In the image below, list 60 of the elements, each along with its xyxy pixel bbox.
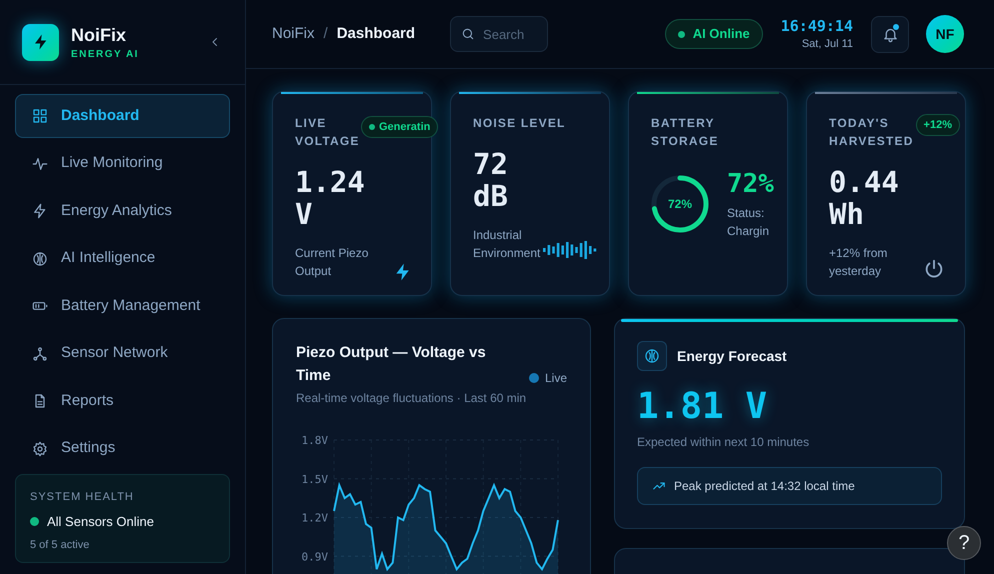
search-icon (461, 27, 476, 41)
ai-status-badge: AI Online (664, 19, 763, 49)
clock-time: 16:49:14 (780, 16, 853, 36)
grid-icon (32, 108, 48, 124)
brand-subtitle: ENERGY AI (71, 48, 140, 62)
card-title: NOISE LEVEL (473, 116, 566, 130)
breadcrumb-item[interactable]: NoiFix (272, 22, 315, 46)
user-avatar[interactable]: NF (926, 15, 964, 53)
power-icon (923, 258, 945, 280)
breadcrumb-separator: / (324, 24, 328, 44)
battery-status: Status: Chargin (727, 205, 770, 240)
nav-item[interactable]: Live Monitoring (15, 142, 230, 186)
ring-label: 72% (666, 196, 694, 213)
card-value: 72 dB (473, 148, 509, 212)
help-button[interactable]: ? (947, 526, 981, 560)
gear-icon (32, 440, 48, 456)
logo-icon (22, 24, 59, 60)
status-detail: 5 of 5 active (30, 538, 90, 553)
status-badge: Generatin (361, 116, 438, 138)
axis-tick-label: 1.8V (302, 434, 328, 447)
nav-item[interactable]: Sensor Network (15, 332, 230, 376)
legend-label: Live (544, 370, 567, 387)
callout-text: Peak predicted at 14:32 local time (674, 478, 855, 495)
panel-title: SYSTEM HEALTH (30, 490, 135, 505)
brand-name: NoiFix (71, 24, 128, 46)
chart-title: Piezo Output — Voltage vs Time (296, 343, 487, 386)
battery-percent: 72% (727, 168, 775, 200)
card-title: BATTERY STORAGE (651, 116, 719, 148)
notifications-button[interactable] (871, 16, 909, 52)
card-note: +12% from yesterday (829, 245, 888, 280)
card-value: 0.44 Wh (829, 166, 900, 230)
nav-item[interactable]: Dashboard (15, 94, 230, 138)
card-title: TODAY'S HARVESTED (829, 116, 914, 148)
axis-tick-label: 1.2V (302, 512, 328, 524)
nav-item[interactable]: Reports (15, 379, 230, 423)
forecast-value: 1.81 V (637, 385, 768, 429)
activity-icon (32, 156, 48, 172)
status-text: All Sensors Online (47, 512, 154, 530)
axis-tick-label: 1.5V (302, 472, 328, 486)
nav-item[interactable]: Energy Analytics (15, 189, 230, 233)
axis-tick-label: 0.9V (302, 550, 328, 564)
nav-item[interactable]: AI Intelligence (15, 236, 230, 280)
clock-date: Sat, Jul 11 (802, 36, 853, 52)
card-title: LIVE VOLTAGE (295, 116, 360, 148)
card-note: Current Piezo Output (295, 245, 370, 280)
chart-subtitle: Real-time voltage fluctuations · Last 60 min (296, 390, 528, 407)
nav-item[interactable]: Battery Management (15, 284, 230, 328)
lightning-icon (32, 203, 48, 219)
card-note: Industrial Environment (473, 227, 542, 262)
network-icon (32, 346, 48, 362)
forecast-title: Energy Forecast (677, 346, 787, 366)
brain-icon (637, 341, 667, 371)
status-badge: +12% (916, 114, 960, 136)
breadcrumb-item: Dashboard (336, 24, 416, 44)
brain-icon (32, 250, 48, 266)
card-value: 1.24 V (295, 166, 366, 230)
search-field[interactable]: Search (450, 16, 548, 52)
sound-bars-drawing (543, 240, 599, 260)
nav-item[interactable]: Settings (15, 426, 230, 470)
forecast-note: Expected within next 10 minutes (637, 434, 810, 451)
